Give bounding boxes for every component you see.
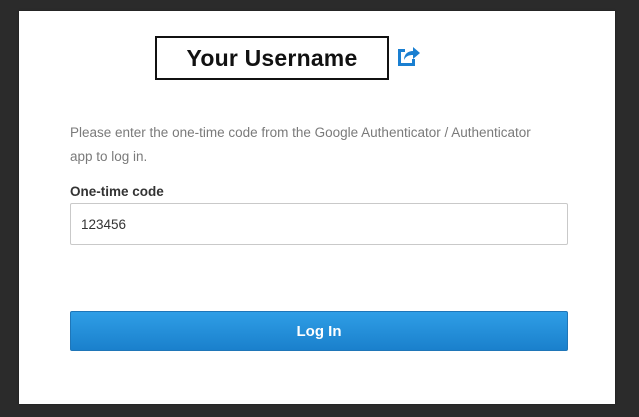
instructions-text: Please enter the one-time code from the … (70, 125, 531, 164)
login-button[interactable]: Log In (70, 311, 568, 351)
page-background: Your Username Please enter the one-time … (0, 0, 639, 417)
switch-account-icon[interactable] (395, 43, 421, 69)
username-display: Your Username (155, 36, 389, 80)
one-time-code-input[interactable] (70, 203, 568, 245)
one-time-code-label: One-time code (70, 184, 164, 199)
login-card: Your Username Please enter the one-time … (19, 11, 615, 404)
